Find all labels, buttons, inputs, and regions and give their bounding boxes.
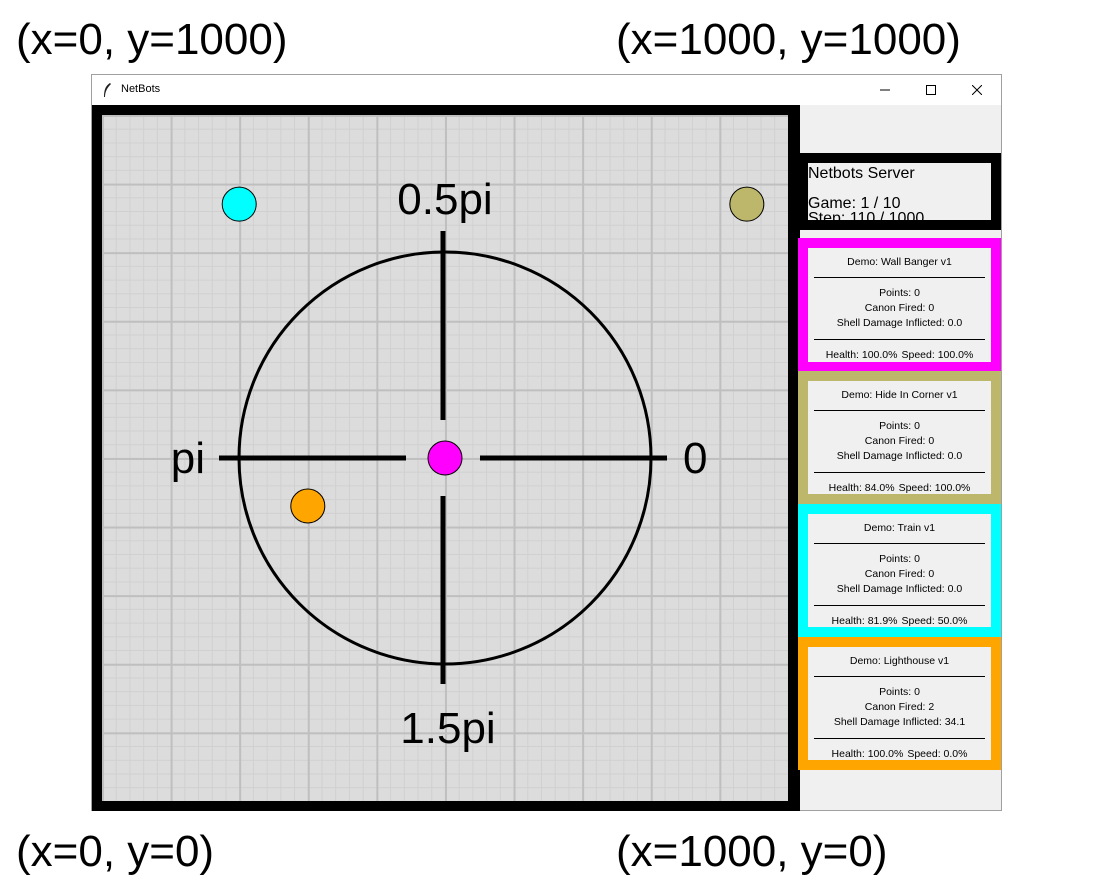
server-title: Netbots Server (808, 165, 915, 182)
bot-canon-fired: Canon Fired: 0 (864, 435, 935, 447)
bot-health: Health: 100.0% (831, 748, 904, 760)
bot-points: Points: 0 (879, 287, 920, 299)
maximize-icon (926, 85, 936, 95)
bot-panel-train: Demo: Train v1 Points: 0 Canon Fired: 0 … (798, 504, 1001, 637)
bot-name: Demo: Train v1 (863, 522, 936, 534)
divider (814, 543, 985, 544)
bot-health: Health: 100.0% (825, 349, 898, 361)
direction-compass: 0.5pi 1.5pi pi 0 (171, 175, 765, 753)
direction-label-top: 0.5pi (397, 175, 492, 224)
bot-shell-damage: Shell Damage Inflicted: 0.0 (836, 450, 963, 462)
bot-shell-damage: Shell Damage Inflicted: 0.0 (836, 317, 963, 329)
bot-health: Health: 84.0% (828, 482, 895, 494)
bot-name: Demo: Hide In Corner v1 (841, 389, 958, 401)
netbots-window: NetBots 0.5pi 1.5pi pi 0 Netbots Server … (91, 74, 1002, 811)
close-button[interactable] (954, 75, 1000, 105)
minimize-icon (880, 89, 890, 91)
bot-canon-fired: Canon Fired: 0 (864, 302, 935, 314)
bot-marker-2 (729, 186, 765, 222)
bot-name: Demo: Wall Banger v1 (847, 256, 952, 268)
bot-speed: Speed: 100.0% (898, 482, 971, 494)
bot-shell-damage: Shell Damage Inflicted: 34.1 (833, 716, 966, 728)
server-game: Game: 1 / 10 (808, 195, 901, 212)
bot-speed: Speed: 0.0% (907, 748, 968, 760)
bot-speed: Speed: 100.0% (901, 349, 974, 361)
bot-speed: Speed: 50.0% (901, 615, 968, 627)
divider (814, 738, 985, 739)
divider (814, 472, 985, 473)
bot-points: Points: 0 (879, 420, 920, 432)
close-icon (972, 85, 982, 95)
bot-panel-lighthouse: Demo: Lighthouse v1 Points: 0 Canon Fire… (798, 637, 1001, 770)
bot-panel-hide-in-corner: Demo: Hide In Corner v1 Points: 0 Canon … (798, 371, 1001, 504)
divider (814, 339, 985, 340)
bot-panel-wall-banger: Demo: Wall Banger v1 Points: 0 Canon Fir… (798, 238, 1001, 372)
corner-label-top-left: (x=0, y=1000) (16, 15, 288, 64)
server-info-panel: Netbots Server Game: 1 / 10 Step: 110 / … (798, 153, 1001, 230)
bot-marker-4 (290, 488, 326, 524)
direction-label-left: pi (171, 434, 205, 483)
direction-label-bottom: 1.5pi (400, 704, 495, 753)
bot-shell-damage: Shell Damage Inflicted: 0.0 (836, 583, 963, 595)
window-title: NetBots (121, 83, 161, 95)
title-bar[interactable]: NetBots (92, 75, 1001, 105)
bot-health: Health: 81.9% (831, 615, 898, 627)
corner-label-bottom-right: (x=1000, y=0) (616, 827, 888, 876)
bot-canon-fired: Canon Fired: 2 (864, 701, 935, 713)
divider (814, 410, 985, 411)
feather-icon (104, 83, 111, 97)
minimize-button[interactable] (862, 75, 908, 105)
bot-name: Demo: Lighthouse v1 (849, 655, 950, 667)
arena-grid: 0.5pi 1.5pi pi 0 (102, 115, 788, 801)
direction-label-right: 0 (683, 434, 707, 483)
bot-marker-1 (427, 440, 463, 476)
arena-frame: 0.5pi 1.5pi pi 0 (92, 105, 800, 811)
divider (814, 605, 985, 606)
server-step: Step: 110 / 1000 (808, 210, 925, 227)
bot-points: Points: 0 (879, 553, 920, 565)
corner-label-bottom-left: (x=0, y=0) (16, 827, 215, 876)
divider (814, 676, 985, 677)
corner-label-top-right: (x=1000, y=1000) (616, 15, 961, 64)
bot-points: Points: 0 (879, 686, 920, 698)
maximize-button[interactable] (908, 75, 954, 105)
bot-canon-fired: Canon Fired: 0 (864, 568, 935, 580)
bot-marker-3 (221, 186, 257, 222)
divider (814, 277, 985, 278)
